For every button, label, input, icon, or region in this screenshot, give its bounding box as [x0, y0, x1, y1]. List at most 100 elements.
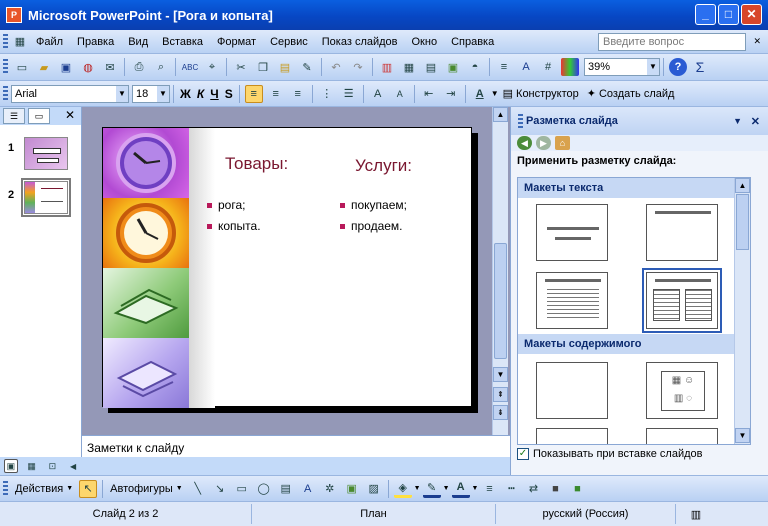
redo-icon[interactable]: ↷: [349, 58, 367, 76]
document-icon[interactable]: ▦: [13, 33, 27, 51]
paste-icon[interactable]: ▤: [276, 58, 294, 76]
cut-icon[interactable]: ✂: [232, 58, 250, 76]
menu-file[interactable]: Файл: [29, 36, 70, 48]
undo-icon[interactable]: ↶: [327, 58, 345, 76]
increase-font-icon[interactable]: A: [369, 85, 387, 103]
chevron-down-icon[interactable]: ▼: [647, 59, 659, 75]
align-right-icon[interactable]: ≡: [289, 85, 307, 103]
layout-content[interactable]: ▦ ☺ ▥ ◌: [646, 362, 718, 419]
dash-style-icon[interactable]: ┅: [502, 480, 520, 498]
chevron-down-icon[interactable]: ▼: [116, 85, 128, 102]
normal-view-icon[interactable]: ▣: [4, 459, 18, 473]
font-size-select[interactable]: 18 ▼: [132, 84, 170, 103]
menu-edit[interactable]: Правка: [70, 36, 121, 48]
layout-blank[interactable]: [536, 362, 608, 419]
actions-menu[interactable]: Действия ▼: [11, 483, 77, 495]
permission-icon[interactable]: ◍: [79, 58, 97, 76]
shadow-button[interactable]: S: [225, 87, 233, 101]
tab-slides[interactable]: ▭: [28, 108, 50, 124]
back-icon[interactable]: ◀: [517, 136, 532, 150]
save-icon[interactable]: ▣: [57, 58, 75, 76]
slide-thumbnail-1[interactable]: [24, 137, 68, 170]
chevron-down-icon[interactable]: ▼: [157, 85, 169, 102]
powerpoint-app-icon[interactable]: P: [6, 7, 22, 23]
help-icon[interactable]: ?: [669, 58, 687, 76]
wordart-icon[interactable]: A: [299, 480, 317, 498]
oval-icon[interactable]: ◯: [255, 480, 273, 498]
new-document-icon[interactable]: ▭: [13, 58, 31, 76]
picture-icon[interactable]: ▨: [365, 480, 383, 498]
bullet-item[interactable]: рога;: [207, 198, 245, 212]
format-painter-icon[interactable]: ✎: [298, 58, 316, 76]
notes-pane[interactable]: Заметки к слайду: [82, 435, 510, 457]
spelling-icon[interactable]: ABC: [181, 58, 199, 76]
print-preview-icon[interactable]: ⌕: [152, 58, 170, 76]
clip-art-icon[interactable]: ▣: [343, 480, 361, 498]
email-icon[interactable]: ✉: [101, 58, 119, 76]
layout-two-column-text[interactable]: [642, 268, 722, 333]
show-grid-icon[interactable]: #: [539, 58, 557, 76]
fill-color-icon[interactable]: ◈: [393, 480, 412, 498]
previous-slide-icon[interactable]: ⇞: [493, 387, 508, 402]
insert-picture-icon[interactable]: ▣: [444, 58, 462, 76]
copy-icon[interactable]: ❐: [254, 58, 272, 76]
font-color-icon[interactable]: A: [451, 480, 470, 498]
layout-title-and-content[interactable]: [536, 428, 608, 444]
shadow-style-icon[interactable]: ■: [546, 480, 564, 498]
designer-button[interactable]: ▤ Конструктор: [499, 87, 583, 101]
increase-indent-icon[interactable]: ⇥: [442, 85, 460, 103]
chevron-down-icon[interactable]: ▼: [491, 89, 499, 98]
underline-button[interactable]: Ч: [210, 87, 218, 101]
maximize-button[interactable]: □: [718, 4, 739, 25]
layout-title-two-content[interactable]: [646, 428, 718, 444]
slide-sorter-icon[interactable]: ▦: [25, 459, 39, 473]
font-name-select[interactable]: Arial ▼: [11, 84, 129, 103]
chevron-down-icon[interactable]: ▼: [733, 116, 742, 126]
show-formatting-icon[interactable]: A: [517, 58, 535, 76]
close-button[interactable]: ✕: [741, 4, 762, 25]
close-pane-icon[interactable]: ✕: [65, 108, 75, 122]
expand-icon[interactable]: ≡: [495, 58, 513, 76]
toolbar-grip[interactable]: [3, 59, 8, 75]
3d-style-icon[interactable]: ■: [568, 480, 586, 498]
forward-icon[interactable]: ▶: [536, 136, 551, 150]
toolbar-grip[interactable]: [518, 114, 523, 128]
diagram-icon[interactable]: ✲: [321, 480, 339, 498]
chevron-down-icon[interactable]: ▼: [414, 485, 421, 492]
line-style-icon[interactable]: ≡: [480, 480, 498, 498]
text-box-icon[interactable]: ▤: [277, 480, 295, 498]
slide-heading-goods[interactable]: Товары:: [225, 154, 288, 174]
line-color-icon[interactable]: ✎: [422, 480, 441, 498]
toolbar-grip[interactable]: [3, 480, 8, 497]
next-slide-icon[interactable]: ⇟: [493, 405, 508, 420]
sigma-icon[interactable]: Σ: [691, 58, 709, 76]
new-slide-button[interactable]: ✦ Создать слайд: [583, 87, 679, 101]
toolbar-grip[interactable]: [3, 33, 8, 50]
insert-diagram-icon[interactable]: ◓: [466, 58, 484, 76]
scroll-down-icon[interactable]: ▼: [735, 428, 750, 443]
arrow-style-icon[interactable]: ⇄: [524, 480, 542, 498]
chevron-down-icon[interactable]: ▼: [472, 485, 479, 492]
close-document-icon[interactable]: ✕: [753, 36, 761, 47]
scroll-left-icon[interactable]: ◀: [66, 459, 80, 473]
menu-help[interactable]: Справка: [444, 36, 501, 48]
italic-button[interactable]: К: [197, 87, 204, 101]
menu-format[interactable]: Формат: [210, 36, 263, 48]
layout-title-only[interactable]: [646, 204, 718, 261]
menu-slideshow[interactable]: Показ слайдов: [315, 36, 405, 48]
tab-outline[interactable]: ☰: [3, 108, 25, 124]
tables-borders-icon[interactable]: ▤: [422, 58, 440, 76]
color-grayscale-icon[interactable]: [561, 58, 579, 76]
bullet-item[interactable]: копыта.: [207, 219, 261, 233]
slide-thumbnail-2[interactable]: [21, 178, 71, 217]
insert-chart-icon[interactable]: ▥: [378, 58, 396, 76]
menu-tools[interactable]: Сервис: [263, 36, 315, 48]
arrow-icon[interactable]: ↘: [211, 480, 229, 498]
scroll-thumb[interactable]: [494, 243, 507, 359]
numbering-icon[interactable]: ⋮: [318, 85, 336, 103]
close-task-pane-icon[interactable]: ✕: [751, 115, 760, 128]
decrease-font-icon[interactable]: A: [391, 85, 409, 103]
autoshapes-menu[interactable]: Автофигуры ▼: [106, 483, 187, 495]
select-pointer-icon[interactable]: ↖: [79, 479, 98, 498]
layout-title-and-text[interactable]: [536, 272, 608, 329]
